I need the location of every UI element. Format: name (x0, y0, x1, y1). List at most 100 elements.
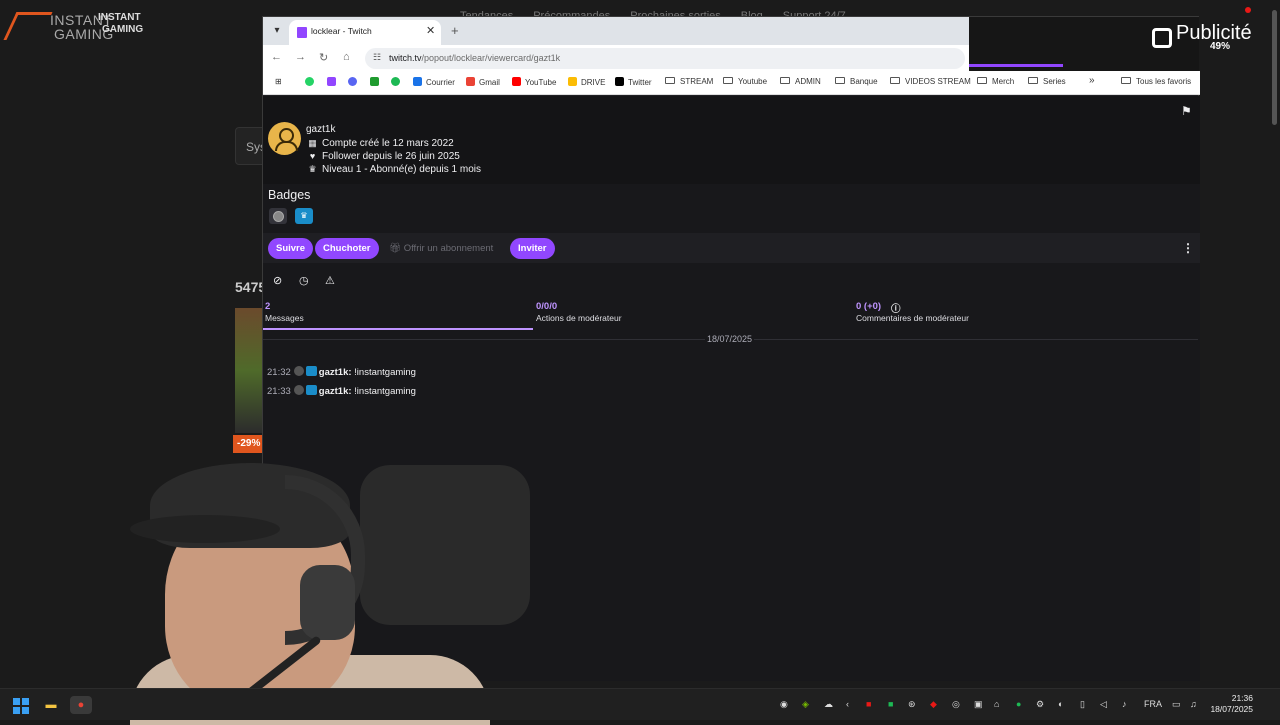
new-tab-icon[interactable]: + (451, 23, 459, 38)
bookmark-folder-admin[interactable]: ADMIN (780, 77, 821, 86)
follow-button[interactable]: Suivre (268, 238, 314, 259)
battery-tray-icon[interactable]: ▯ (1080, 699, 1085, 710)
language-indicator[interactable]: FRA (1144, 699, 1162, 709)
subscriber-badge-icon (305, 385, 317, 395)
message-user[interactable]: gazt1k: (319, 386, 352, 397)
back-icon[interactable]: ← (271, 51, 282, 63)
calendar-icon: ▦ (308, 138, 317, 148)
bookmark-drive[interactable]: DRIVE (568, 77, 605, 87)
whisper-button[interactable]: Chuchoter (315, 238, 379, 259)
steam-tray-icon[interactable]: ⚙ (1036, 699, 1044, 710)
message-user[interactable]: gazt1k: (319, 367, 352, 378)
action-bar: Suivre Chuchoter 🎁︎ Offrir un abonnement… (263, 233, 1200, 263)
back-tray-icon[interactable]: ‹ (846, 699, 849, 709)
reload-icon[interactable]: ↻ (319, 51, 328, 64)
viewer-username[interactable]: gazt1k (306, 124, 335, 135)
bookmark-tweetdeck[interactable] (370, 77, 383, 87)
active-tab-underline (263, 328, 533, 330)
bookmark-all-favorites[interactable]: Tous les favoris (1121, 77, 1191, 86)
logo-mark-icon (3, 12, 53, 40)
spotify-tray-icon[interactable]: ● (1016, 699, 1021, 709)
folder-icon (835, 77, 845, 84)
gmail-icon (466, 77, 475, 86)
bookmark-whatsapp[interactable] (305, 77, 318, 87)
subscription-level-text: Niveau 1 - Abonné(e) depuis 1 mois (322, 164, 481, 175)
warning-icon[interactable]: ⚠ (325, 274, 335, 287)
nvidia-tray-icon[interactable]: ◈ (802, 699, 809, 710)
chat-message: 21:33 gazt1k: !instantgaming (267, 385, 416, 397)
forward-icon[interactable]: → (295, 51, 306, 63)
home-icon[interactable]: ⌂ (343, 51, 350, 63)
spotify-icon (391, 77, 400, 86)
bookmark-label: Gmail (479, 78, 500, 87)
bookmark-discord[interactable] (348, 77, 361, 87)
bookmark-folder-youtube[interactable]: Youtube (723, 77, 767, 86)
app4-tray-icon[interactable]: ◎ (952, 699, 960, 710)
verified-badge-icon[interactable] (269, 208, 287, 224)
tab-close-icon[interactable]: ✕ (426, 24, 435, 37)
folder-icon (890, 77, 900, 84)
app7-tray-icon[interactable]: ◐ (1058, 699, 1063, 709)
network-tray-icon[interactable]: ☁ (824, 699, 833, 710)
app-tray-icon[interactable]: ■ (866, 699, 871, 709)
discord-tray-icon[interactable]: ◉ (780, 699, 788, 710)
bookmark-gmail[interactable]: Gmail (466, 77, 500, 87)
tab-title: locklear - Twitch (311, 26, 372, 36)
ad-percent: 49% (1210, 41, 1231, 52)
instant-gaming-logo[interactable]: INSTANT GAMING INSTANT GAMING (3, 8, 160, 44)
bookmark-folder-merch[interactable]: Merch (977, 77, 1014, 86)
invite-button[interactable]: Inviter (510, 238, 555, 259)
bookmark-twitter[interactable]: Twitter (615, 77, 652, 87)
bookmark-folder-series[interactable]: Series (1028, 77, 1066, 86)
bookmark-twitch[interactable] (327, 77, 340, 87)
tab-twitch[interactable]: locklear - Twitch ✕ (289, 20, 441, 45)
date-separator: 18/07/2025 (705, 334, 755, 344)
page-scrollbar[interactable] (1272, 10, 1277, 125)
gift-icon: 🎁︎ (389, 243, 404, 254)
tweetdeck-icon (370, 77, 379, 86)
bookmark-label: STREAM (680, 77, 714, 86)
bookmark-youtube[interactable]: YouTube (512, 77, 556, 87)
xbox-tray-icon[interactable]: ⊛ (908, 699, 916, 710)
stat-messages-label: Messages (265, 313, 304, 323)
folder-icon (1028, 77, 1038, 84)
tab-search-icon[interactable]: ▾ (269, 23, 285, 39)
report-flag-icon[interactable]: ⚑ (1181, 104, 1192, 118)
app5-tray-icon[interactable]: ▣ (974, 699, 983, 710)
chrome-icon[interactable]: ● (70, 696, 92, 714)
volume-tray-icon[interactable]: ◁ (1100, 699, 1107, 710)
folder-icon (1121, 77, 1131, 84)
bookmark-folder-stream[interactable]: STREAM (665, 77, 713, 86)
stat-mod-comments-value: 0 (+0) (856, 301, 882, 312)
account-created: ▦ Compte créé le 12 mars 2022 (307, 138, 454, 149)
bookmark-folder-videos-stream[interactable]: VIDEOS STREAM (890, 77, 971, 86)
mic-tray-icon[interactable]: ♪ (1122, 699, 1127, 709)
bookmark-spotify[interactable] (391, 77, 404, 87)
bookmark-label: Series (1043, 77, 1066, 86)
folder-icon (665, 77, 675, 84)
apps-icon[interactable]: ⊞ (275, 77, 282, 86)
sound-tray-icon[interactable]: ♫ (1190, 699, 1197, 709)
monitor-tray-icon[interactable]: ▭ (1172, 699, 1181, 710)
timeout-icon[interactable]: ◷ (299, 274, 309, 287)
bookmark-folder-banque[interactable]: Banque (835, 77, 878, 86)
bookmark-courrier[interactable]: Courrier (413, 77, 455, 87)
clock[interactable]: 21:36 18/07/2025 (1205, 693, 1253, 715)
windows-start-icon[interactable] (12, 696, 30, 714)
clock-date: 18/07/2025 (1210, 704, 1253, 714)
app6-tray-icon[interactable]: ⌂ (994, 699, 999, 709)
more-bookmarks-icon[interactable]: » (1089, 75, 1095, 86)
avatar[interactable] (268, 122, 301, 155)
ban-icon[interactable]: ⊘ (273, 274, 282, 287)
gift-sub-button[interactable]: 🎁︎ Offrir un abonnement (389, 243, 493, 254)
url-input[interactable]: ☷ twitch.tv/popout/locklear/viewercard/g… (365, 48, 965, 69)
site-info-icon[interactable]: ☷ (373, 52, 381, 63)
file-explorer-icon[interactable]: ▬ (42, 696, 60, 714)
subscriber-badge-icon[interactable]: ♛ (295, 208, 313, 224)
stat-mod-actions-value: 0/0/0 (536, 301, 558, 312)
app2-tray-icon[interactable]: ■ (888, 699, 893, 709)
app3-tray-icon[interactable]: ◆ (930, 699, 937, 710)
site-system-dropdown[interactable]: Sys (235, 127, 266, 165)
more-options-icon[interactable]: ⋮ (1182, 241, 1194, 255)
site-game-card[interactable] (235, 308, 265, 433)
